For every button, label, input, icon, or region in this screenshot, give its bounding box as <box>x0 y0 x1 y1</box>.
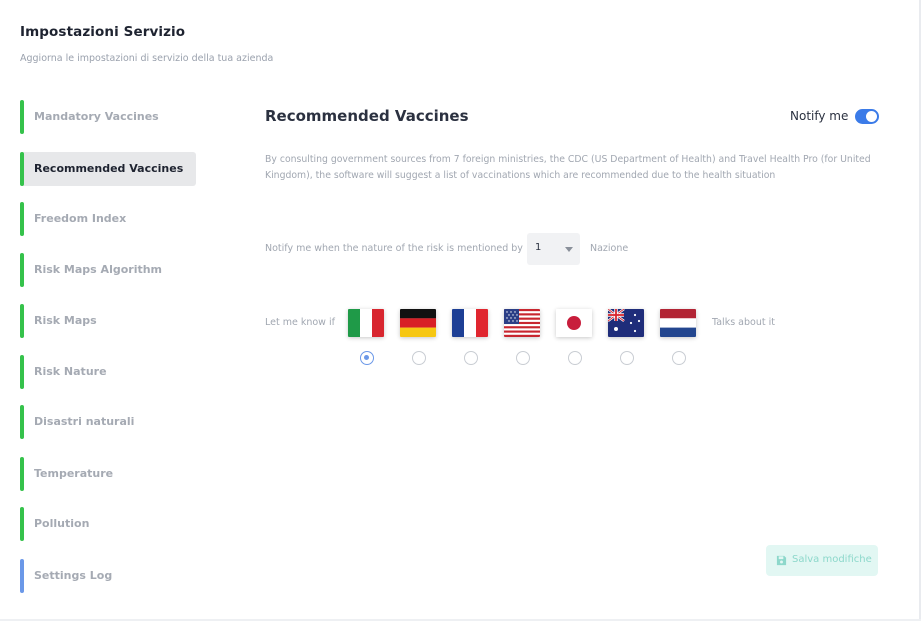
radio-italy[interactable] <box>360 351 374 365</box>
sidebar-item-risk-maps[interactable]: Risk Maps <box>20 304 196 338</box>
sidebar-indicator <box>20 355 24 389</box>
sidebar-item-risk-nature[interactable]: Risk Nature <box>20 355 196 389</box>
save-button-label: Salva modifiche <box>792 554 872 565</box>
radio-usa[interactable] <box>516 351 530 365</box>
sidebar-item-risk-maps-algorithm[interactable]: Risk Maps Algorithm <box>20 253 196 287</box>
sidebar-item-pollution[interactable]: Pollution <box>20 507 196 541</box>
radio-netherlands[interactable] <box>672 351 686 365</box>
sidebar-item-label: Risk Maps <box>34 314 97 327</box>
sidebar-item-label: Temperature <box>34 467 114 480</box>
sidebar-item-label: Recommended Vaccines <box>34 162 184 175</box>
radio-australia[interactable] <box>620 351 634 365</box>
sidebar-item-label: Mandatory Vaccines <box>34 110 159 123</box>
japan-flag-icon[interactable] <box>556 309 592 337</box>
sidebar-item-temperature[interactable]: Temperature <box>20 457 196 491</box>
usa-flag-graphic <box>504 309 540 337</box>
sidebar-indicator <box>20 304 24 338</box>
page-subtitle: Aggiorna le impostazioni di servizio del… <box>20 53 274 64</box>
sidebar-item-settings-log[interactable]: Settings Log <box>20 559 196 593</box>
sidebar-item-disastri-naturali[interactable]: Disastri naturali <box>20 405 196 439</box>
radio-germany[interactable] <box>412 351 426 365</box>
japan-flag-graphic <box>556 309 592 337</box>
radio-france[interactable] <box>464 351 478 365</box>
flags-row-suffix: Talks about it <box>712 317 775 328</box>
usa-flag-icon[interactable] <box>504 309 540 337</box>
sidebar-item-label: Freedom Index <box>34 212 127 225</box>
sidebar-indicator <box>20 253 24 287</box>
sidebar-item-label: Risk Maps Algorithm <box>34 263 163 276</box>
sidebar-indicator <box>20 507 24 541</box>
germany-flag-graphic <box>400 309 436 337</box>
france-flag-graphic <box>452 309 488 337</box>
sidebar-item-label: Pollution <box>34 517 90 530</box>
section-title: Recommended Vaccines <box>265 107 469 125</box>
sidebar-item-label: Risk Nature <box>34 365 107 378</box>
sidebar-indicator <box>20 457 24 491</box>
italy-flag-graphic <box>348 309 384 337</box>
sidebar-item-recommended-vaccines[interactable]: Recommended Vaccines <box>20 152 196 186</box>
sidebar-item-label: Disastri naturali <box>34 415 135 428</box>
floppy-disk-icon <box>776 555 787 566</box>
sidebar-indicator <box>20 100 24 134</box>
toggle-knob <box>866 111 877 122</box>
australia-flag-graphic <box>608 309 644 337</box>
notify-row-prefix: Notify me when the nature of the risk is… <box>265 243 523 254</box>
page-title: Impostazioni Servizio <box>20 24 186 40</box>
flags-row-prefix: Let me know if <box>265 317 335 328</box>
netherlands-flag-icon[interactable] <box>660 309 696 337</box>
netherlands-flag-graphic <box>660 309 696 337</box>
sidebar-item-label: Settings Log <box>34 569 113 582</box>
germany-flag-icon[interactable] <box>400 309 436 337</box>
australia-flag-icon[interactable] <box>608 309 644 337</box>
notify-row-suffix: Nazione <box>590 243 629 254</box>
sidebar-indicator <box>20 559 24 593</box>
chevron-down-icon <box>565 247 573 252</box>
sidebar-indicator <box>20 202 24 236</box>
select-value: 1 <box>535 242 542 253</box>
sidebar-item-mandatory-vaccines[interactable]: Mandatory Vaccines <box>20 100 196 134</box>
sidebar-indicator <box>20 405 24 439</box>
notify-me-toggle[interactable] <box>855 109 879 124</box>
save-changes-button[interactable]: Salva modifiche <box>766 545 878 576</box>
section-description: By consulting government sources from 7 … <box>265 154 871 181</box>
france-flag-icon[interactable] <box>452 309 488 337</box>
sidebar-item-freedom-index[interactable]: Freedom Index <box>20 202 196 236</box>
italy-flag-icon[interactable] <box>348 309 384 337</box>
nation-count-select[interactable]: 1 <box>527 233 580 265</box>
sidebar-indicator <box>20 152 24 186</box>
radio-japan[interactable] <box>568 351 582 365</box>
notify-me-label: Notify me <box>790 109 849 123</box>
